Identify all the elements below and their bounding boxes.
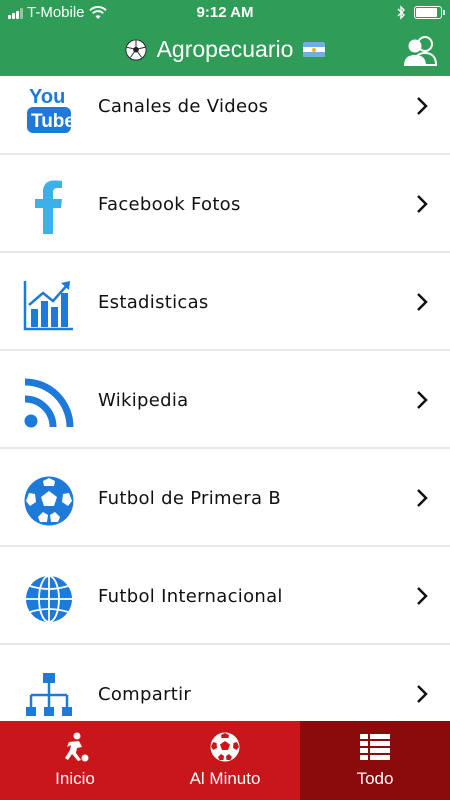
chart-icon: [22, 278, 76, 332]
youtube-icon: You Tube: [22, 82, 76, 136]
list-item-futbol-internacional[interactable]: Futbol Internacional: [0, 548, 450, 645]
tab-label: Al Minuto: [189, 769, 261, 788]
tab-todo[interactable]: Todo: [300, 721, 450, 800]
globe-icon: [22, 572, 76, 626]
users-icon[interactable]: [402, 34, 438, 68]
share-icon: [22, 670, 76, 721]
top-bar: T-Mobile 9:12 AM Agropecuario: [0, 0, 450, 76]
list-item-canales-de-videos[interactable]: You Tube Canales de Videos: [0, 76, 450, 155]
status-right: [397, 5, 445, 20]
argentina-flag-icon: [303, 41, 326, 58]
list-item-label: Compartir: [98, 684, 192, 705]
list-item-compartir[interactable]: Compartir: [0, 646, 450, 721]
svg-text:You: You: [29, 86, 65, 108]
list-item-label: Futbol Internacional: [98, 586, 283, 607]
battery-icon: [414, 6, 445, 19]
tab-bar: Inicio Al Minuto Todo: [0, 721, 450, 800]
chevron-right-icon: [417, 685, 428, 703]
soccer-ball-icon: [125, 38, 147, 61]
soccer-ball-icon: [210, 732, 240, 762]
status-bar: T-Mobile 9:12 AM: [0, 0, 450, 26]
chevron-right-icon: [417, 489, 428, 507]
status-time: 9:12 AM: [196, 4, 254, 21]
chevron-right-icon: [417, 587, 428, 605]
list-icon: [360, 734, 390, 760]
list-item-facebook-fotos[interactable]: Facebook Fotos: [0, 156, 450, 253]
nav-title: Agropecuario: [0, 36, 450, 63]
chevron-right-icon: [417, 195, 428, 213]
chevron-right-icon: [417, 391, 428, 409]
list-item-label: Futbol de Primera B: [98, 488, 281, 509]
menu-list: You Tube Canales de Videos Facebook Foto…: [0, 76, 450, 721]
soccer-ball-icon: [22, 474, 76, 528]
page-title: Agropecuario: [156, 36, 294, 62]
nav-bar: Agropecuario: [0, 26, 450, 76]
svg-text:Tube: Tube: [31, 111, 73, 132]
list-item-estadisticas[interactable]: Estadisticas: [0, 254, 450, 351]
list-item-wikipedia[interactable]: Wikipedia: [0, 352, 450, 449]
tab-label: Todo: [356, 769, 394, 788]
chevron-right-icon: [417, 97, 428, 115]
facebook-icon: [22, 180, 76, 234]
chevron-right-icon: [417, 293, 428, 311]
tab-label: Inicio: [55, 769, 95, 788]
bluetooth-icon: [397, 5, 405, 20]
list-item-futbol-de-primera-b[interactable]: Futbol de Primera B: [0, 450, 450, 547]
tab-inicio[interactable]: Inicio: [0, 721, 150, 800]
list-item-label: Canales de Videos: [98, 96, 269, 117]
tab-al-minuto[interactable]: Al Minuto: [150, 721, 300, 800]
player-icon: [65, 732, 89, 762]
rss-icon: [22, 376, 76, 430]
list-item-label: Facebook Fotos: [98, 194, 241, 215]
list-item-label: Estadisticas: [98, 292, 209, 313]
list-item-label: Wikipedia: [98, 390, 189, 411]
